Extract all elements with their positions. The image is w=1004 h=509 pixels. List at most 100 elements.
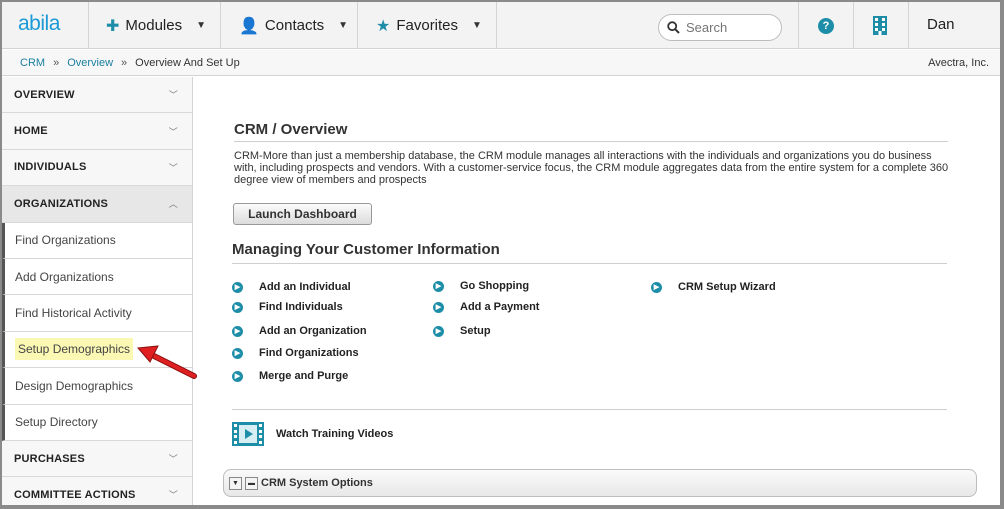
sidebar-subitem-label: Setup Directory: [15, 415, 98, 430]
arrow-right-icon: ▶: [232, 301, 243, 313]
arrow-right-icon: ▶: [232, 347, 243, 359]
favorites-menu[interactable]: ★ Favorites ▼: [376, 2, 482, 49]
nav-divider: [357, 2, 358, 49]
sidebar-item-overview[interactable]: OVERVIEW ﹀: [2, 77, 192, 114]
nav-divider: [908, 2, 909, 49]
link-add-payment[interactable]: ▶ Add a Payment: [433, 301, 539, 313]
link-label: CRM Setup Wizard: [678, 281, 776, 293]
person-icon: 👤: [239, 17, 259, 35]
chevron-down-icon: ﹀: [168, 126, 178, 137]
sidebar-item-committee-actions[interactable]: COMMITTEE ACTIONS ﹀: [2, 477, 192, 505]
user-menu[interactable]: Dan: [927, 16, 955, 33]
watch-training-videos-label: Watch Training Videos: [276, 428, 394, 440]
page-title: CRM / Overview: [234, 121, 348, 138]
favorites-label: Favorites: [396, 17, 459, 34]
sidebar: OVERVIEW ﹀ HOME ﹀ INDIVIDUALS ﹀ ORGANIZATIO…: [2, 77, 193, 505]
nav-divider: [496, 2, 497, 49]
link-label: Find Individuals: [259, 301, 343, 313]
link-label: Add a Payment: [460, 301, 540, 313]
panel-title: CRM System Options: [261, 477, 373, 489]
link-setup[interactable]: ▶ Setup: [433, 325, 491, 337]
divider: [234, 141, 948, 142]
contacts-label: Contacts: [264, 17, 325, 34]
launch-dashboard-button[interactable]: Launch Dashboard: [233, 203, 372, 225]
red-arrow-annotation: [136, 345, 197, 379]
link-label: Find Organizations: [259, 347, 359, 359]
arrow-right-icon: ▶: [433, 325, 444, 337]
nav-divider: [798, 2, 799, 49]
sidebar-item-label: HOME: [14, 125, 48, 138]
arrow-right-icon: ▶: [433, 301, 444, 313]
section-heading: Managing Your Customer Information: [232, 241, 500, 258]
sidebar-item-individuals[interactable]: INDIVIDUALS ﹀: [2, 150, 192, 187]
abila-logo[interactable]: abila: [18, 12, 60, 36]
sidebar-subitem-add-organizations[interactable]: Add Organizations: [2, 258, 192, 296]
modules-menu[interactable]: ✚ Modules ▼: [106, 2, 206, 49]
app-window: abila ✚ Modules ▼ 👤 Contacts ▼ ★ Favorit…: [0, 0, 1004, 509]
sidebar-item-purchases[interactable]: PURCHASES ﹀: [2, 441, 192, 478]
video-icon: [232, 422, 264, 446]
link-add-individual[interactable]: ▶ Add an Individual: [232, 281, 351, 293]
logo-text: abila: [18, 12, 60, 35]
arrow-right-icon: ▶: [433, 280, 444, 292]
sidebar-subitem-find-organizations[interactable]: Find Organizations: [2, 222, 192, 259]
sidebar-subitem-label: Add Organizations: [15, 269, 114, 284]
arrow-right-icon: ▶: [232, 325, 243, 337]
link-label: Merge and Purge: [259, 370, 349, 382]
nav-divider: [220, 2, 221, 49]
building-icon[interactable]: [873, 16, 887, 35]
link-label: Go Shopping: [460, 280, 530, 292]
chevron-down-icon: ﹀: [168, 90, 178, 101]
breadcrumb-crm[interactable]: CRM: [20, 57, 45, 69]
caret-down-icon: ▼: [472, 20, 482, 31]
breadcrumb-separator: »: [121, 57, 128, 69]
sidebar-item-home[interactable]: HOME ﹀: [2, 113, 192, 150]
divider: [232, 263, 947, 264]
arrow-right-icon: ▶: [232, 281, 243, 293]
link-add-organization[interactable]: ▶ Add an Organization: [232, 325, 367, 337]
link-find-individuals[interactable]: ▶ Find Individuals: [232, 301, 343, 313]
sidebar-item-label: PURCHASES: [14, 452, 85, 465]
sidebar-subitem-label: Find Historical Activity: [15, 306, 132, 321]
sidebar-item-label: OVERVIEW: [14, 88, 75, 101]
star-icon: ★: [376, 17, 391, 35]
link-label: Add an Individual: [259, 281, 351, 293]
caret-down-icon: ▼: [338, 20, 349, 31]
modules-label: Modules: [125, 17, 183, 34]
sidebar-subitem-label: Find Organizations: [15, 233, 116, 248]
breadcrumb-current: Overview And Set Up: [135, 57, 240, 69]
search-box: [658, 14, 782, 41]
help-icon[interactable]: ?: [818, 18, 834, 34]
watch-training-videos-link[interactable]: Watch Training Videos: [232, 422, 393, 446]
top-navigation: abila ✚ Modules ▼ 👤 Contacts ▼ ★ Favorit…: [2, 2, 1000, 49]
arrow-right-icon: ▶: [651, 281, 662, 293]
expand-icon[interactable]: ▼: [229, 476, 242, 490]
caret-down-icon: ▼: [196, 20, 207, 31]
crm-system-options-panel: ▼ ▬ CRM System Options: [223, 469, 977, 497]
search-icon[interactable]: [667, 21, 680, 34]
sidebar-subitem-setup-directory[interactable]: Setup Directory: [2, 404, 192, 441]
puzzle-icon: ✚: [106, 17, 120, 35]
link-crm-setup-wizard[interactable]: ▶ CRM Setup Wizard: [651, 281, 776, 293]
link-label: Add an Organization: [259, 325, 367, 337]
link-merge-and-purge[interactable]: ▶ Merge and Purge: [232, 370, 348, 382]
chevron-down-icon: ﹀: [168, 162, 178, 173]
link-label: Setup: [460, 325, 491, 337]
nav-divider: [853, 2, 854, 49]
sidebar-item-label: ORGANIZATIONS: [14, 197, 109, 210]
description-text: CRM-More than just a membership database…: [234, 150, 949, 186]
link-go-shopping[interactable]: ▶ Go Shopping: [433, 280, 529, 292]
chevron-down-icon: ﹀: [168, 490, 178, 501]
link-find-organizations[interactable]: ▶ Find Organizations: [232, 347, 359, 359]
sidebar-subitem-find-historical-activity[interactable]: Find Historical Activity: [2, 295, 192, 332]
search-input[interactable]: [686, 20, 776, 35]
sidebar-subitem-label: Setup Demographics: [15, 338, 134, 361]
window-icon[interactable]: ▬: [245, 476, 258, 490]
breadcrumb: CRM » Overview » Overview And Set Up Avectra…: [2, 50, 1000, 76]
sidebar-item-organizations[interactable]: ORGANIZATIONS ︿: [2, 186, 192, 223]
breadcrumb-overview[interactable]: Overview: [67, 57, 113, 69]
contacts-menu[interactable]: 👤 Contacts ▼: [239, 2, 348, 49]
chevron-up-icon: ︿: [168, 199, 178, 210]
breadcrumb-separator: »: [53, 57, 60, 69]
organization-name: Avectra, Inc.: [928, 57, 989, 69]
